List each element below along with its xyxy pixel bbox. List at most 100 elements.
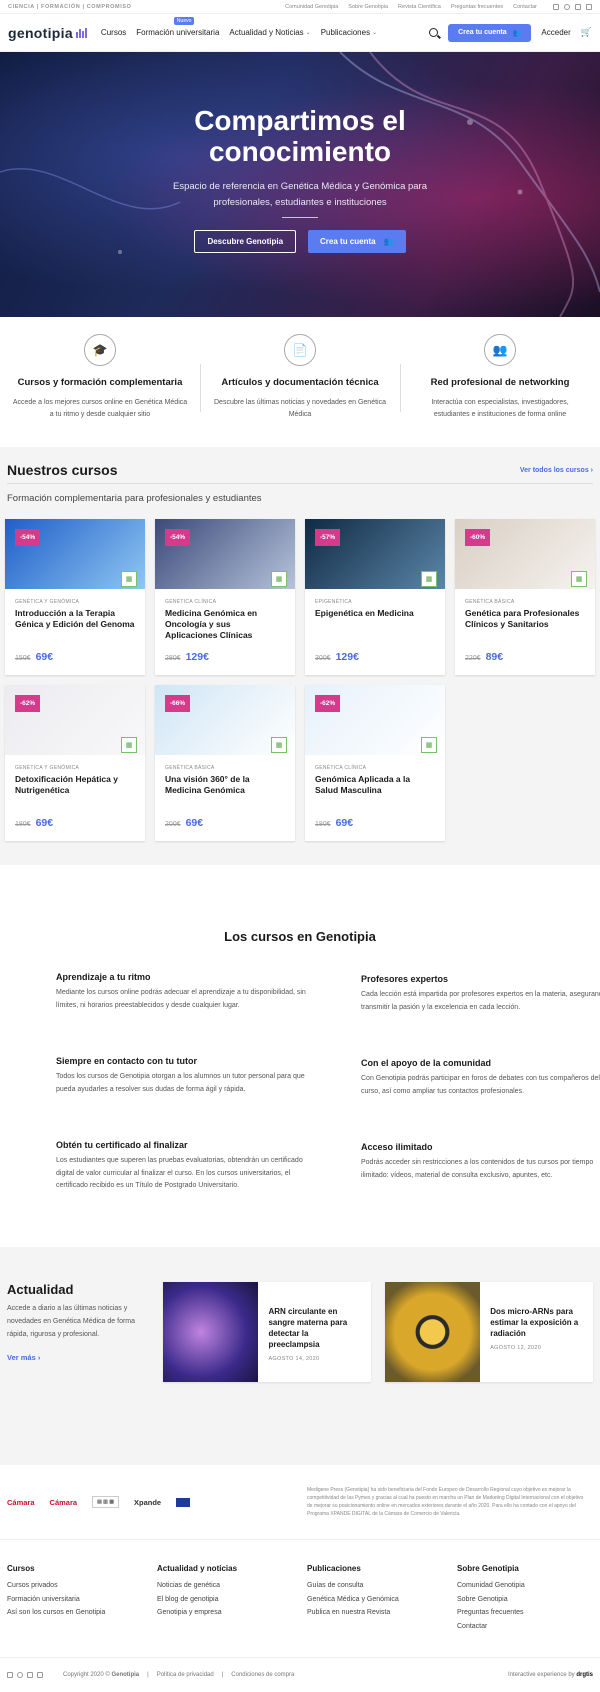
course-card[interactable]: -54% ▦ GENÉTICA Y GENÓMICA Introducción … bbox=[5, 519, 145, 675]
graduation-cap-icon: 🎓 bbox=[84, 334, 116, 366]
course-prices: 300€ 129€ bbox=[315, 651, 359, 663]
course-image: -60% ▦ bbox=[455, 519, 595, 589]
new-badge: Nuevo bbox=[173, 17, 195, 25]
course-image: -54% ▦ bbox=[5, 519, 145, 589]
footer-link[interactable]: Formación universitaria bbox=[7, 1593, 157, 1607]
news-title: Actualidad bbox=[7, 1282, 74, 1297]
news-card[interactable]: ARN circulante en sangre materna para de… bbox=[163, 1282, 372, 1382]
certificate-icon: ▦ bbox=[571, 571, 587, 587]
feature-title: Cursos y formación complementaria bbox=[17, 377, 183, 388]
discount-badge: -57% bbox=[315, 529, 341, 546]
search-icon[interactable] bbox=[429, 28, 439, 37]
footer-col-cursos: Cursos Cursos privados Formación universi… bbox=[7, 1564, 157, 1657]
chevron-down-icon: ⌄ bbox=[372, 30, 378, 36]
nav-item-cursos[interactable]: Cursos bbox=[101, 28, 126, 37]
footer-link[interactable]: Cursos privados bbox=[7, 1579, 157, 1593]
news-image bbox=[163, 1282, 259, 1382]
discount-badge: -66% bbox=[165, 695, 191, 712]
footer-link[interactable]: Preguntas frecuentes bbox=[457, 1606, 587, 1620]
course-category: GENÉTICA CLÍNICA bbox=[315, 765, 367, 771]
top-links: Comunidad Genotipia Sobre Genotipia Revi… bbox=[285, 3, 592, 10]
certificate-icon: ▦ bbox=[421, 737, 437, 753]
news-text: Accede a diario a las últimas noticias y… bbox=[7, 1305, 136, 1338]
instagram-icon[interactable] bbox=[17, 1672, 23, 1678]
cart-icon[interactable]: 🛒 bbox=[581, 27, 592, 38]
news-card-date: AGOSTO 12, 2020 bbox=[490, 1345, 542, 1351]
top-social bbox=[553, 3, 592, 10]
new-price: 69€ bbox=[35, 817, 54, 829]
course-card[interactable]: -57% ▦ EPIGENÉTICA Epigenética en Medici… bbox=[305, 519, 445, 675]
why-section: Los cursos en Genotipia Aprendizaje a tu… bbox=[0, 865, 600, 1247]
courses-section: Nuestros cursos Ver todos los cursos › F… bbox=[0, 447, 600, 865]
news-card[interactable]: Dos micro-ARNs para estimar la exposició… bbox=[385, 1282, 593, 1382]
top-link-journal[interactable]: Revista Científica bbox=[398, 4, 441, 10]
twitter-icon[interactable] bbox=[27, 1672, 33, 1678]
xpande-logo: Xpande bbox=[134, 1497, 162, 1507]
top-link-faq[interactable]: Preguntas frecuentes bbox=[451, 4, 503, 10]
credit: Interactive experience by drgtis bbox=[507, 1672, 593, 1678]
facebook-icon[interactable] bbox=[553, 3, 559, 10]
top-link-contact[interactable]: Contactar bbox=[513, 4, 537, 10]
hero-create-account-button[interactable]: Crea tu cuenta 👥 bbox=[308, 230, 406, 253]
footer: Cursos Cursos privados Formación universi… bbox=[0, 1540, 600, 1657]
hero-subtitle: Espacio de referencia en Genética Médica… bbox=[173, 181, 427, 208]
course-title: Genética para Profesionales Clínicos y S… bbox=[465, 608, 580, 629]
instagram-icon[interactable] bbox=[564, 3, 570, 10]
top-link-about[interactable]: Sobre Genotipia bbox=[348, 4, 388, 10]
footer-link[interactable]: Publica en nuestra Revista bbox=[307, 1606, 457, 1620]
footer-link[interactable]: El blog de genotipia bbox=[157, 1593, 307, 1607]
certificate-icon: ▦ bbox=[421, 571, 437, 587]
course-card[interactable]: -62% ▦ GENÉTICA CLÍNICA Genómica Aplicad… bbox=[305, 685, 445, 841]
terms-link[interactable]: Condiciones de compra bbox=[231, 1672, 294, 1678]
footer-link[interactable]: Genética Médica y Genómica bbox=[307, 1593, 457, 1607]
course-card[interactable]: -54% ▦ GENÉTICA CLÍNICA Medicina Genómic… bbox=[155, 519, 295, 675]
discover-button[interactable]: Descubre Genotipia bbox=[194, 230, 297, 253]
course-card[interactable]: -62% ▦ GENÉTICA Y GENÓMICA Detoxificació… bbox=[5, 685, 145, 841]
footer-link[interactable]: Noticias de genética bbox=[157, 1579, 307, 1593]
top-link-community[interactable]: Comunidad Genotipia bbox=[285, 4, 338, 10]
create-account-button[interactable]: Crea tu cuenta 👥 bbox=[448, 23, 532, 42]
course-card[interactable]: -60% ▦ GENÉTICA BÁSICA Genética para Pro… bbox=[455, 519, 595, 675]
nav-item-actualidad[interactable]: Actualidad y Noticias ⌄ bbox=[229, 28, 310, 37]
logo-bars-icon bbox=[75, 27, 87, 38]
document-icon: 📄 bbox=[284, 334, 316, 366]
copyright: Copyright 2020 © Genotipia | Política de… bbox=[63, 1672, 295, 1678]
course-prices: 220€ 89€ bbox=[465, 651, 503, 663]
linkedin-icon[interactable] bbox=[37, 1672, 43, 1678]
course-card[interactable]: -66% ▦ GENÉTICA BÁSICA Una visión 360° d… bbox=[155, 685, 295, 841]
users-icon: 👥 bbox=[383, 237, 394, 246]
feature-text: Interactúa con especialistas, investigad… bbox=[431, 399, 569, 418]
logo[interactable]: genotipia bbox=[8, 25, 87, 41]
nav-item-formacion[interactable]: Formación universitaria bbox=[136, 28, 219, 37]
top-bar: CIENCIA | FORMACIÓN | COMPROMISO Comunid… bbox=[0, 0, 600, 14]
old-price: 180€ bbox=[315, 821, 331, 828]
footer-link[interactable]: Sobre Genotipia bbox=[457, 1593, 587, 1607]
footer-link[interactable]: Guías de consulta bbox=[307, 1579, 457, 1593]
course-image: -62% ▦ bbox=[305, 685, 445, 755]
course-title: Epigenética en Medicina bbox=[315, 608, 414, 618]
course-title: Introducción a la Terapia Génica y Edici… bbox=[15, 608, 135, 629]
twitter-icon[interactable] bbox=[575, 3, 581, 10]
feature-text: Descubre las últimas noticias y novedade… bbox=[214, 399, 386, 418]
news-card-date: AGOSTO 14, 2020 bbox=[268, 1356, 320, 1362]
see-all-courses-link[interactable]: Ver todos los cursos › bbox=[520, 467, 593, 474]
login-link[interactable]: Acceder bbox=[541, 28, 570, 37]
footer-link[interactable]: Comunidad Genotipia bbox=[457, 1579, 587, 1593]
privacy-link[interactable]: Política de privacidad bbox=[157, 1672, 214, 1678]
course-image: -66% ▦ bbox=[155, 685, 295, 755]
why-item-community: Con el apoyo de la comunidad Con Genotipi… bbox=[361, 1058, 600, 1095]
nav-item-publicaciones[interactable]: Publicaciones ⌄ bbox=[321, 28, 377, 37]
linkedin-icon[interactable] bbox=[586, 3, 592, 10]
footer-link[interactable]: Genotipia y empresa bbox=[157, 1606, 307, 1620]
nav-right: Crea tu cuenta 👥 Acceder 🛒 bbox=[429, 23, 592, 42]
course-prices: 200€ 69€ bbox=[165, 817, 203, 829]
new-price: 69€ bbox=[35, 651, 54, 663]
see-more-link[interactable]: Ver más › bbox=[7, 1353, 40, 1362]
new-price: 69€ bbox=[185, 817, 204, 829]
footer-col-publicaciones: Publicaciones Guías de consulta Genética … bbox=[307, 1564, 457, 1657]
footer-link[interactable]: Contactar bbox=[457, 1620, 587, 1634]
certificate-icon: ▦ bbox=[271, 737, 287, 753]
facebook-icon[interactable] bbox=[7, 1672, 13, 1678]
footer-link[interactable]: Así son los cursos en Genotipia bbox=[7, 1606, 157, 1620]
users-icon: 👥 bbox=[484, 334, 516, 366]
